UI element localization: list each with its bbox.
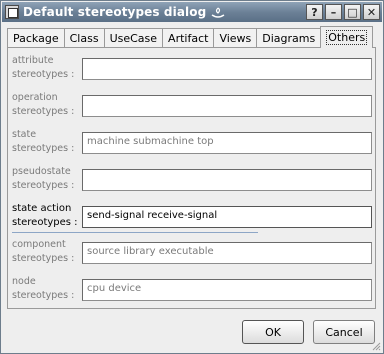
tab-others[interactable]: Others: [320, 26, 374, 48]
state-action-stereotypes-input[interactable]: send-signal receive-signal: [82, 206, 372, 228]
operation-stereotypes-row: operation stereotypes :: [8, 87, 375, 125]
label-line: component: [12, 239, 66, 250]
label-line: stereotypes :: [12, 217, 78, 228]
attribute-stereotypes-row: attribute stereotypes :: [8, 50, 375, 88]
label-line: stereotypes :: [12, 253, 75, 264]
others-panel: attribute stereotypes : operation stereo…: [7, 47, 376, 309]
tab-label: Package: [13, 32, 59, 45]
attribute-stereotypes-input[interactable]: [82, 58, 372, 80]
tab-label: Diagrams: [262, 32, 316, 45]
tab-label: Views: [219, 32, 252, 45]
window-title: Default stereotypes dialog: [23, 5, 207, 19]
operation-stereotypes-input[interactable]: [82, 95, 372, 117]
maximize-button[interactable]: □: [344, 4, 361, 20]
node-stereotypes-row: node stereotypes : cpu device: [8, 271, 375, 309]
label-line: stereotypes :: [12, 180, 75, 191]
tab-package[interactable]: Package: [7, 28, 65, 48]
ok-button[interactable]: OK: [242, 320, 304, 344]
dialog-window: Default stereotypes dialog ? – □ ✕ Packa…: [0, 0, 384, 354]
cancel-button[interactable]: Cancel: [313, 320, 375, 344]
tab-label: Class: [69, 32, 99, 45]
tab-usecase[interactable]: UseCase: [103, 28, 164, 48]
pseudostate-stereotypes-input[interactable]: [82, 169, 372, 191]
minimize-button[interactable]: –: [325, 4, 342, 20]
field-label: operation stereotypes :: [12, 91, 84, 119]
label-line: stereotypes :: [12, 69, 75, 80]
swirl-icon: [210, 5, 226, 19]
label-line: state action: [12, 203, 72, 214]
component-stereotypes-row: component stereotypes : source library e…: [8, 234, 375, 272]
tab-label: Artifact: [168, 32, 209, 45]
node-stereotypes-input[interactable]: cpu device: [82, 279, 372, 301]
state-action-stereotypes-row: state action stereotypes : send-signal r…: [8, 198, 375, 236]
label-line: node: [12, 276, 36, 287]
label-line: stereotypes :: [12, 106, 75, 117]
field-label: state stereotypes :: [12, 128, 84, 156]
tab-bar: Package Class UseCase Artifact Views Dia…: [7, 26, 374, 48]
resize-grip-icon[interactable]: [371, 341, 381, 351]
field-label: state action stereotypes :: [12, 202, 84, 230]
tab-label: UseCase: [109, 32, 158, 45]
label-line: operation: [12, 92, 58, 103]
app-icon[interactable]: [5, 5, 19, 19]
label-line: pseudostate: [12, 166, 71, 177]
tab-diagrams[interactable]: Diagrams: [256, 28, 322, 48]
field-label: component stereotypes :: [12, 238, 84, 266]
label-line: stereotypes :: [12, 143, 75, 154]
focus-indicator: [12, 232, 258, 233]
label-line: state: [12, 129, 37, 140]
tab-views[interactable]: Views: [213, 28, 258, 48]
state-stereotypes-input[interactable]: machine submachine top: [82, 132, 372, 154]
close-button[interactable]: ✕: [363, 4, 380, 20]
title-bar[interactable]: Default stereotypes dialog ? – □ ✕: [2, 2, 382, 22]
state-stereotypes-row: state stereotypes : machine submachine t…: [8, 124, 375, 162]
tab-artifact[interactable]: Artifact: [162, 28, 215, 48]
tab-label: Others: [326, 30, 368, 45]
label-line: stereotypes :: [12, 290, 75, 301]
component-stereotypes-input[interactable]: source library executable: [82, 242, 372, 264]
pseudostate-stereotypes-row: pseudostate stereotypes :: [8, 161, 375, 199]
field-label: node stereotypes :: [12, 275, 84, 303]
label-line: attribute: [12, 55, 54, 66]
field-label: attribute stereotypes :: [12, 54, 84, 82]
tab-class[interactable]: Class: [63, 28, 105, 48]
help-button[interactable]: ?: [306, 4, 323, 20]
field-label: pseudostate stereotypes :: [12, 165, 84, 193]
